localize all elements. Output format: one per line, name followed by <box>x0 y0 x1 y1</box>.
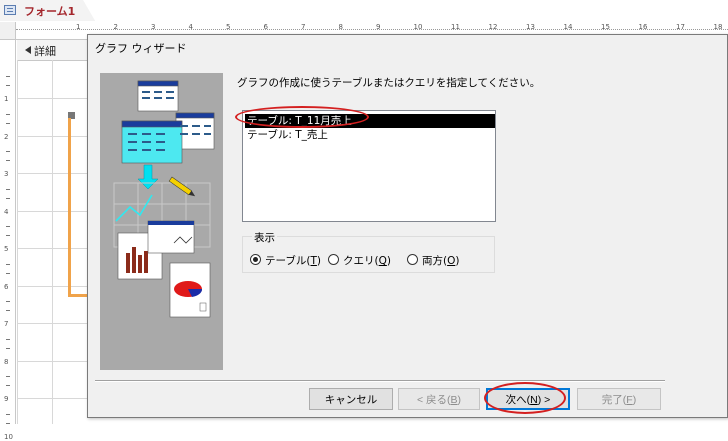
ruler-tick-label: 10 <box>4 432 13 441</box>
ruler-mark <box>6 272 10 274</box>
grid-line <box>17 398 87 399</box>
ruler-tick-label: 13 <box>526 23 535 31</box>
ruler-tick-label: 1 <box>4 95 9 103</box>
radio-table-label[interactable]: テーブル(T) <box>265 253 321 268</box>
form-icon <box>4 5 16 15</box>
radio-table[interactable] <box>250 254 261 265</box>
grid-line <box>17 173 87 174</box>
form-tab-edge <box>82 0 96 21</box>
vertical-ruler[interactable]: 1 2 3 4 5 6 7 8 9 10 <box>0 40 16 441</box>
ruler-tick-label: 11 <box>451 23 460 31</box>
ruler-mark <box>6 310 10 311</box>
ruler-dots <box>16 29 728 33</box>
dialog-title: グラフ ウィザード <box>95 42 187 55</box>
detail-section-label: 詳細 <box>34 45 56 58</box>
ruler-tick-label: 17 <box>676 23 685 31</box>
ruler-mark <box>6 263 10 265</box>
chart-control-border-bottom[interactable] <box>68 294 88 297</box>
ruler-tick-label: 6 <box>4 282 9 291</box>
ruler-tick-label: 3 <box>4 170 9 178</box>
ruler-tick-label: 1 <box>76 23 81 31</box>
ruler-mark <box>6 151 10 152</box>
highlight-oval-selected-table <box>235 106 369 128</box>
ruler-tick-label: 16 <box>638 23 648 31</box>
ruler-mark <box>6 122 10 124</box>
ruler-mark <box>6 338 10 340</box>
radio-both[interactable] <box>407 254 418 265</box>
ruler-tick-label: 5 <box>226 23 231 31</box>
ruler-tick-label: 2 <box>113 23 118 31</box>
grid-line <box>17 285 87 287</box>
ruler-tick-label: 15 <box>601 23 610 31</box>
radio-query-label[interactable]: クエリ(Q) <box>343 253 391 268</box>
ruler-mark <box>6 347 10 349</box>
ruler-mark <box>6 197 10 199</box>
ruler-mark <box>6 160 10 161</box>
grid-line <box>17 210 87 212</box>
footer-separator <box>95 380 665 382</box>
ruler-mark <box>6 76 10 77</box>
radio-both-label[interactable]: 両方(O) <box>422 253 459 268</box>
ruler-tick-label: 14 <box>563 23 573 31</box>
grid-line <box>17 60 18 424</box>
ruler-mark <box>6 413 10 415</box>
grid-line <box>17 360 87 362</box>
ruler-tick-label: 3 <box>151 23 156 31</box>
chart-wizard-illustration-icon <box>100 73 223 370</box>
ruler-mark <box>6 226 10 227</box>
cancel-button[interactable]: キャンセル <box>309 388 393 410</box>
wizard-illustration <box>100 73 223 370</box>
ruler-tick-label: 10 <box>413 23 423 31</box>
grid-line <box>17 135 87 137</box>
section-arrow-icon <box>25 46 31 54</box>
ruler-mark <box>6 301 10 302</box>
ruler-tick-label: 9 <box>376 23 381 31</box>
ruler-mark <box>6 85 10 86</box>
wizard-instruction: グラフの作成に使うテーブルまたはクエリを指定してください。 <box>237 77 541 89</box>
display-group-legend: 表示 <box>252 230 277 245</box>
ruler-mark <box>6 113 10 115</box>
ruler-mark <box>6 376 10 377</box>
ruler-tick-label: 7 <box>301 23 306 31</box>
form-tab-label: フォーム1 <box>24 5 76 18</box>
ruler-tick-label: 4 <box>4 207 9 216</box>
ruler-tick-label: 4 <box>188 23 193 31</box>
ruler-mark <box>6 188 10 190</box>
highlight-oval-next-button <box>484 382 566 414</box>
ruler-tick-label: 12 <box>488 23 498 31</box>
chart-control-border[interactable] <box>68 118 71 296</box>
ruler-tick-label: 8 <box>338 23 343 31</box>
ruler-corner[interactable] <box>0 22 16 40</box>
ruler-tick-label: 9 <box>4 395 9 403</box>
ruler-mark <box>6 422 10 424</box>
radio-query[interactable] <box>328 254 339 265</box>
back-button[interactable]: < 戻る(B) <box>398 388 480 410</box>
ruler-tick-label: 5 <box>4 245 9 253</box>
ruler-tick-label: 7 <box>4 320 9 328</box>
list-item[interactable]: テーブル: T_売上 <box>245 128 328 142</box>
grid-line <box>17 98 87 99</box>
grid-line <box>17 323 87 324</box>
ruler-tick-label: 6 <box>263 23 268 31</box>
ruler-mark <box>6 235 10 236</box>
ruler-tick-label: 18 <box>713 23 723 31</box>
grid-line <box>17 248 87 249</box>
ruler-mark <box>6 385 10 386</box>
ruler-tick-label: 2 <box>4 132 9 141</box>
ruler-tick-label: 8 <box>4 357 9 366</box>
grid-line <box>52 60 53 424</box>
document-tab-strip <box>0 0 728 23</box>
finish-button[interactable]: 完了(F) <box>577 388 661 410</box>
